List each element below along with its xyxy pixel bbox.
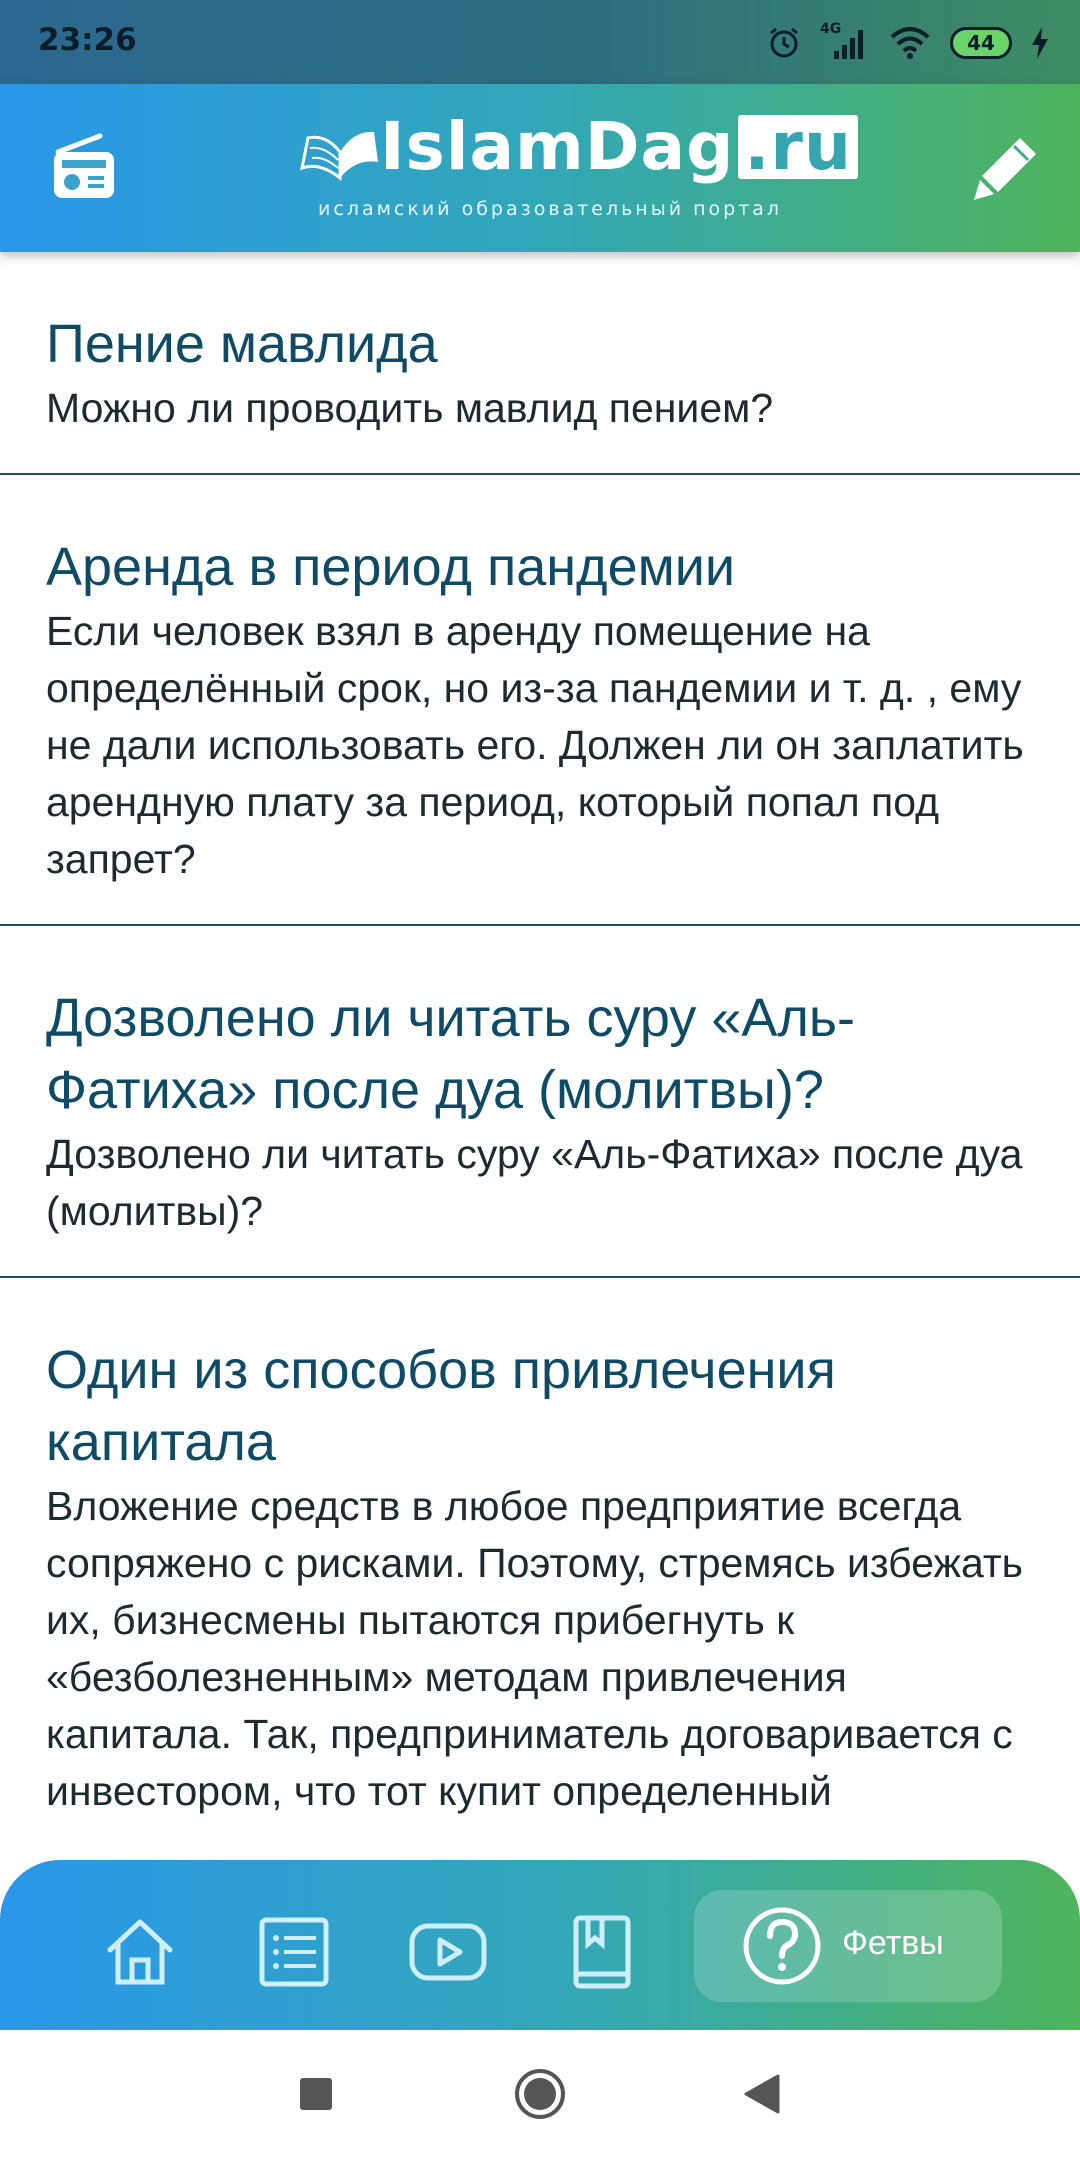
- nav-books[interactable]: [562, 1912, 642, 1992]
- nav-fatwas-label: Фетвы: [842, 1924, 944, 1962]
- list-item[interactable]: Дозволено ли читать суру «Аль-Фатиха» по…: [0, 926, 1080, 1278]
- item-title: Дозволено ли читать суру «Аль-Фатиха» по…: [46, 988, 855, 1120]
- radio-icon: [54, 133, 114, 198]
- status-bar: 23:26 4G 44: [0, 0, 1080, 84]
- list-icon: [259, 1917, 329, 1987]
- item-title: Пение мавлида: [46, 314, 438, 374]
- bottom-nav: Фетвы: [0, 1860, 1080, 2030]
- system-nav-bar: [0, 2030, 1080, 2160]
- logo-ru: .ru: [738, 114, 858, 180]
- status-time: 23:26: [38, 22, 137, 58]
- radio-button[interactable]: [50, 132, 118, 204]
- recents-button[interactable]: [298, 2076, 334, 2112]
- logo-title: IslamDag .ru: [380, 108, 858, 185]
- item-text: Вложение средств в любое предприятие все…: [46, 1483, 1024, 1814]
- list-item[interactable]: Один из способов привлечения капитала Вл…: [0, 1278, 1080, 1856]
- charging-icon: [1032, 27, 1048, 59]
- app-header: IslamDag .ru исламский образовательный по…: [0, 84, 1080, 252]
- logo: IslamDag .ru исламский образовательный по…: [300, 108, 858, 228]
- list-item[interactable]: Пение мавлида Можно ли проводить мавлид …: [0, 252, 1080, 475]
- back-button[interactable]: [742, 2072, 782, 2116]
- battery-icon: 44: [950, 27, 1012, 59]
- pencil-icon: [974, 138, 1036, 200]
- item-title: Один из способов привлечения капитала: [46, 1340, 836, 1472]
- question-icon: [743, 1907, 821, 1985]
- home-icon: [107, 1919, 173, 1985]
- item-text: Можно ли проводить мавлид пением?: [46, 385, 774, 431]
- book-logo-icon: [300, 131, 378, 182]
- edit-button[interactable]: [972, 134, 1040, 202]
- item-text: Дозволено ли читать суру «Аль-Фатиха» по…: [46, 1131, 1023, 1234]
- alarm-icon: [770, 27, 798, 58]
- video-icon: [409, 1923, 487, 1981]
- home-button[interactable]: [514, 2068, 566, 2120]
- item-title: Аренда в период пандемии: [46, 537, 736, 597]
- logo-text: IslamDag: [380, 108, 735, 185]
- list-item[interactable]: Аренда в период пандемии Если человек вз…: [0, 475, 1080, 926]
- signal-icon: 4G: [820, 21, 870, 61]
- status-icons: 4G 44: [766, 20, 1050, 66]
- nav-list[interactable]: [254, 1912, 334, 1992]
- book-icon: [573, 1915, 631, 1989]
- fatwa-list: Пение мавлида Можно ли проводить мавлид …: [0, 252, 1080, 1862]
- nav-home[interactable]: [100, 1912, 180, 1992]
- nav-video[interactable]: [408, 1912, 488, 1992]
- logo-subtitle: исламский образовательный портал: [318, 198, 783, 220]
- wifi-icon: [890, 27, 930, 59]
- item-text: Если человек взял в аренду помещение на …: [46, 608, 1024, 882]
